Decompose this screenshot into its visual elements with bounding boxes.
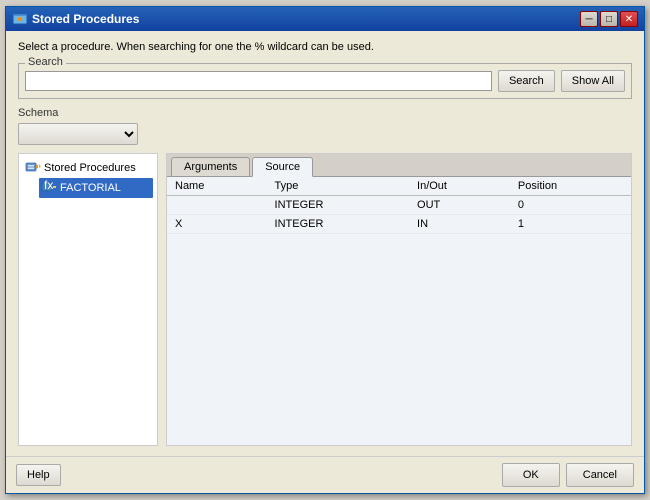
- table-row: XINTEGERIN1: [167, 215, 631, 234]
- arguments-table: Name Type In/Out Position INTEGEROUT0XIN…: [167, 177, 631, 234]
- schema-select[interactable]: [18, 123, 138, 145]
- cell-type: INTEGER: [267, 215, 409, 234]
- window-icon: [12, 11, 28, 27]
- cell-type: INTEGER: [267, 196, 409, 215]
- right-panel: Arguments Source Name Type In/Out Positi…: [166, 153, 632, 446]
- cell-position: 0: [510, 196, 631, 215]
- search-button[interactable]: Search: [498, 70, 555, 92]
- search-row: Search Show All: [25, 70, 625, 92]
- stored-procedures-icon: DB: [25, 160, 41, 176]
- cancel-button[interactable]: Cancel: [566, 463, 634, 487]
- cell-inout: IN: [409, 215, 510, 234]
- table-container: Name Type In/Out Position INTEGEROUT0XIN…: [167, 177, 631, 445]
- title-bar: Stored Procedures ─ □ ✕: [6, 7, 644, 31]
- main-content: DB Stored Procedures fx FACTORIAL: [18, 153, 632, 446]
- title-text: Stored Procedures: [32, 12, 576, 26]
- window-controls: ─ □ ✕: [580, 11, 638, 27]
- tab-source[interactable]: Source: [252, 157, 313, 177]
- svg-text:fx: fx: [44, 180, 53, 192]
- ok-button[interactable]: OK: [502, 463, 560, 487]
- stored-procedures-window: Stored Procedures ─ □ ✕ Select a procedu…: [5, 6, 645, 494]
- tree-root-label: Stored Procedures: [44, 162, 136, 174]
- footer-right: OK Cancel: [502, 463, 634, 487]
- svg-text:DB: DB: [37, 160, 41, 172]
- search-group-label: Search: [25, 56, 66, 68]
- cell-position: 1: [510, 215, 631, 234]
- col-inout: In/Out: [409, 177, 510, 196]
- schema-select-row: [18, 123, 632, 145]
- help-button[interactable]: Help: [16, 464, 61, 486]
- col-name: Name: [167, 177, 267, 196]
- col-position: Position: [510, 177, 631, 196]
- search-input[interactable]: [25, 71, 492, 91]
- schema-row: Schema: [18, 107, 632, 119]
- tabs-bar: Arguments Source: [167, 154, 631, 177]
- show-all-button[interactable]: Show All: [561, 70, 625, 92]
- tree-root-item[interactable]: DB Stored Procedures: [23, 158, 153, 178]
- schema-label: Schema: [18, 107, 58, 119]
- cell-name: [167, 196, 267, 215]
- search-group: Search Search Show All: [18, 63, 632, 99]
- tree-factorial-item[interactable]: fx FACTORIAL: [39, 178, 153, 198]
- maximize-button[interactable]: □: [600, 11, 618, 27]
- cell-inout: OUT: [409, 196, 510, 215]
- table-row: INTEGEROUT0: [167, 196, 631, 215]
- minimize-button[interactable]: ─: [580, 11, 598, 27]
- table-header-row: Name Type In/Out Position: [167, 177, 631, 196]
- description-text: Select a procedure. When searching for o…: [18, 41, 632, 53]
- tab-arguments[interactable]: Arguments: [171, 157, 250, 176]
- tree-factorial-label: FACTORIAL: [60, 182, 121, 194]
- footer-bar: Help OK Cancel: [6, 456, 644, 493]
- close-button[interactable]: ✕: [620, 11, 638, 27]
- factorial-icon: fx: [41, 180, 57, 196]
- col-type: Type: [267, 177, 409, 196]
- cell-name: X: [167, 215, 267, 234]
- window-body: Select a procedure. When searching for o…: [6, 31, 644, 456]
- tree-panel: DB Stored Procedures fx FACTORIAL: [18, 153, 158, 446]
